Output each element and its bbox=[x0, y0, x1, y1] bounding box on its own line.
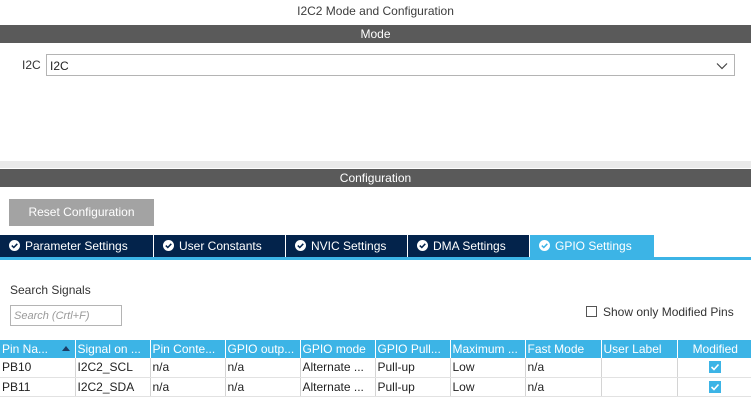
cell-fast-mode: n/a bbox=[525, 358, 602, 378]
column-header-gpio-pull[interactable]: GPIO Pull... bbox=[375, 340, 451, 358]
tab-parameter-settings[interactable]: Parameter Settings bbox=[0, 235, 153, 257]
cell-pin: PB11 bbox=[0, 377, 76, 397]
tab-gpio-settings[interactable]: GPIO Settings bbox=[530, 235, 654, 257]
mode-row: I2C I2C bbox=[0, 53, 751, 77]
column-header-user-label[interactable]: User Label bbox=[601, 340, 678, 358]
cell-modified bbox=[677, 377, 751, 397]
column-header-modified[interactable]: Modified bbox=[677, 340, 751, 358]
configuration-section-header: Configuration bbox=[0, 169, 751, 187]
section-divider bbox=[0, 161, 751, 168]
tab-underline bbox=[0, 257, 751, 260]
column-header-gpio-mode[interactable]: GPIO mode bbox=[300, 340, 376, 358]
show-only-modified-checkbox[interactable] bbox=[586, 306, 597, 317]
check-circle-icon bbox=[9, 240, 20, 251]
i2c-mode-label: I2C bbox=[22, 58, 41, 72]
column-header-label: Pin Na... bbox=[2, 342, 49, 356]
cell-gpio-pull: Pull-up bbox=[375, 377, 451, 397]
cell-modified bbox=[677, 358, 751, 378]
cell-pin: PB10 bbox=[0, 358, 76, 378]
cell-user-label[interactable] bbox=[601, 358, 678, 378]
show-only-modified-pins-toggle[interactable]: Show only Modified Pins bbox=[586, 305, 746, 319]
tab-nvic-settings[interactable]: NVIC Settings bbox=[286, 235, 407, 257]
cell-gpio-pull: Pull-up bbox=[375, 358, 451, 378]
cell-gpio-mode: Alternate ... bbox=[300, 358, 376, 378]
cell-gpio-output: n/a bbox=[225, 377, 301, 397]
check-circle-icon bbox=[539, 240, 550, 251]
reset-configuration-button[interactable]: Reset Configuration bbox=[9, 199, 154, 226]
cell-pin-context: n/a bbox=[150, 377, 226, 397]
sort-ascending-icon bbox=[61, 346, 70, 351]
table-header-row: Pin Na... Signal on ... Pin Conte... GPI… bbox=[0, 340, 751, 358]
tab-label: NVIC Settings bbox=[311, 239, 387, 253]
tab-dma-settings[interactable]: DMA Settings bbox=[408, 235, 529, 257]
tab-label: DMA Settings bbox=[433, 239, 506, 253]
check-circle-icon bbox=[417, 240, 428, 251]
cell-gpio-output: n/a bbox=[225, 358, 301, 378]
show-only-modified-label: Show only Modified Pins bbox=[603, 305, 734, 319]
i2c-mode-value: I2C bbox=[50, 59, 69, 73]
cell-gpio-mode: Alternate ... bbox=[300, 377, 376, 397]
tab-label: User Constants bbox=[179, 239, 262, 253]
tab-label: GPIO Settings bbox=[555, 239, 632, 253]
cell-fast-mode: n/a bbox=[525, 377, 602, 397]
mode-section-header: Mode bbox=[0, 25, 751, 43]
column-header-pin-name[interactable]: Pin Na... bbox=[0, 340, 76, 358]
cell-user-label[interactable] bbox=[601, 377, 678, 397]
tab-user-constants[interactable]: User Constants bbox=[154, 235, 285, 257]
i2c-mode-select[interactable]: I2C bbox=[46, 54, 735, 76]
config-tabs: Parameter Settings User Constants NVIC S… bbox=[0, 235, 751, 257]
column-header-fast-mode[interactable]: Fast Mode bbox=[525, 340, 602, 358]
column-header-signal[interactable]: Signal on ... bbox=[75, 340, 151, 358]
check-circle-icon bbox=[295, 240, 306, 251]
modified-checkbox-icon bbox=[709, 380, 722, 393]
chevron-down-icon bbox=[716, 63, 728, 70]
tab-label: Parameter Settings bbox=[25, 239, 128, 253]
column-header-gpio-output[interactable]: GPIO outp... bbox=[225, 340, 301, 358]
cell-pin-context: n/a bbox=[150, 358, 226, 378]
table-row[interactable]: PB11 I2C2_SDA n/a n/a Alternate ... Pull… bbox=[0, 377, 751, 397]
cell-maximum-speed: Low bbox=[450, 358, 526, 378]
cell-signal: I2C2_SDA bbox=[75, 377, 151, 397]
table-row[interactable]: PB10 I2C2_SCL n/a n/a Alternate ... Pull… bbox=[0, 358, 751, 378]
modified-checkbox-icon bbox=[709, 361, 722, 374]
column-header-maximum-speed[interactable]: Maximum ... bbox=[450, 340, 526, 358]
page-title: I2C2 Mode and Configuration bbox=[297, 4, 454, 18]
search-signals-input[interactable] bbox=[10, 305, 122, 326]
gpio-signals-table: Pin Na... Signal on ... Pin Conte... GPI… bbox=[0, 340, 751, 397]
column-header-pin-context[interactable]: Pin Conte... bbox=[150, 340, 226, 358]
check-circle-icon bbox=[163, 240, 174, 251]
cell-maximum-speed: Low bbox=[450, 377, 526, 397]
cell-signal: I2C2_SCL bbox=[75, 358, 151, 378]
search-signals-label: Search Signals bbox=[10, 283, 91, 297]
